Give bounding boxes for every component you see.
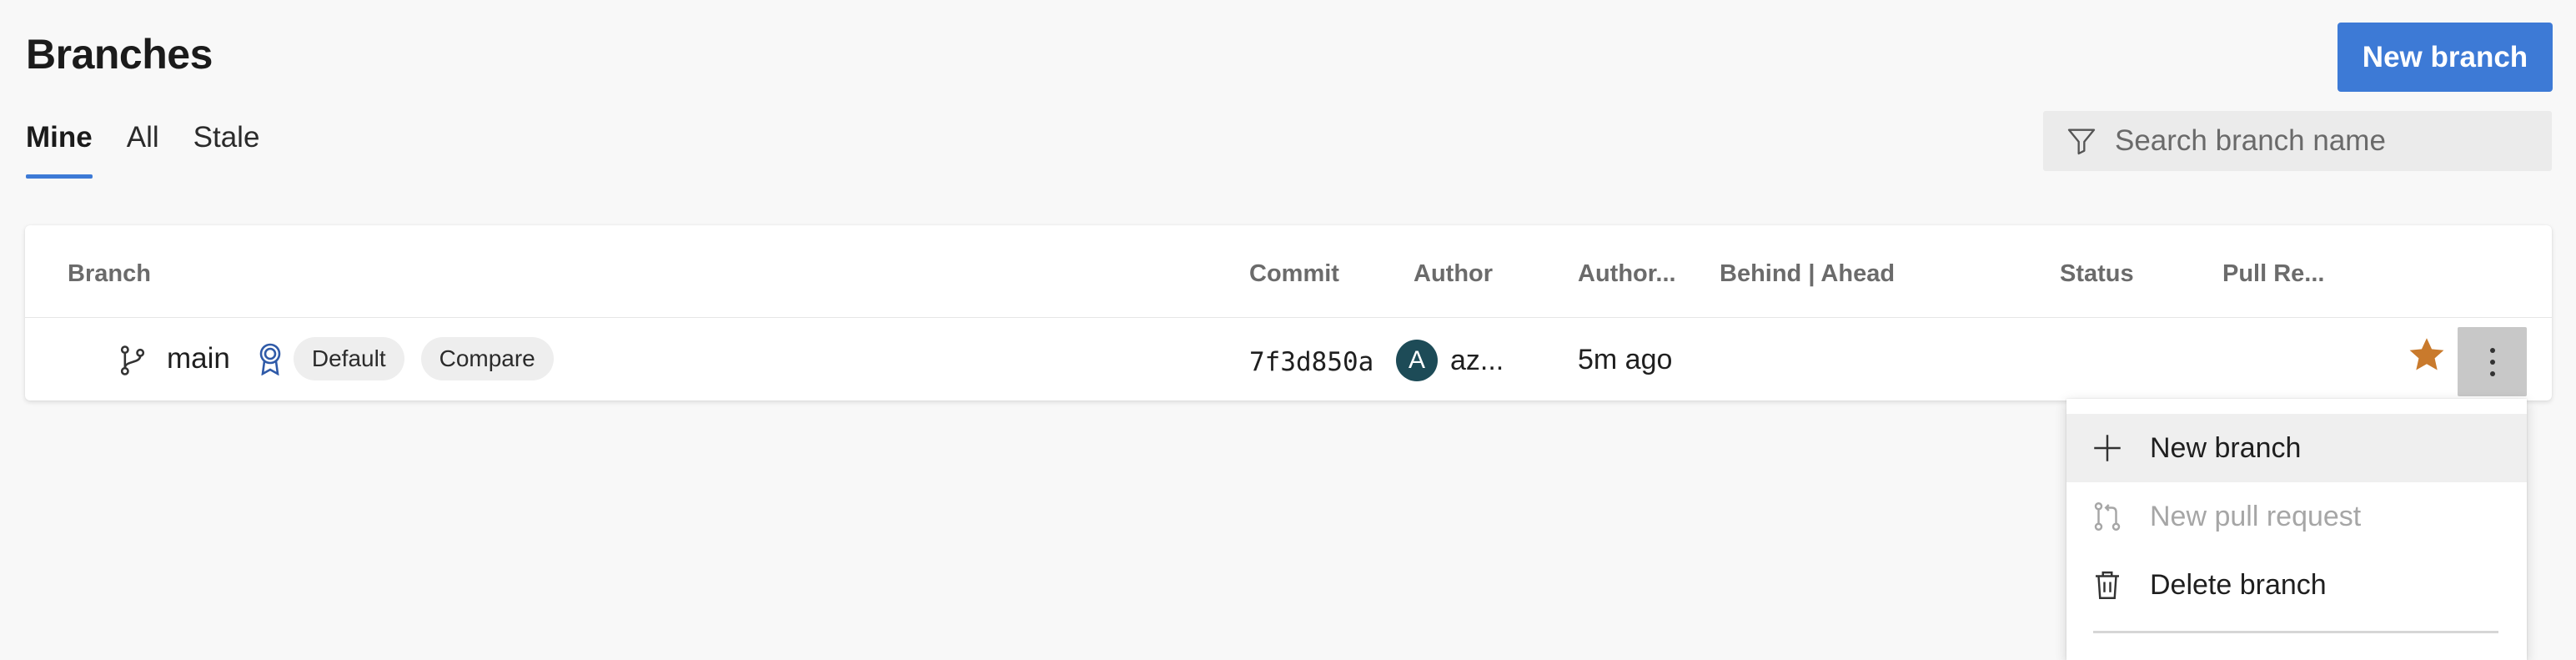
- tab-all[interactable]: All: [127, 121, 159, 176]
- branches-table: Branch Commit Author Author... Behind | …: [25, 225, 2552, 401]
- more-options-button[interactable]: [2458, 327, 2527, 396]
- filter-icon: [2067, 128, 2096, 155]
- column-header-commit[interactable]: Commit: [1249, 260, 1339, 288]
- menu-item-label: New pull request: [2150, 500, 2362, 532]
- pull-request-icon: [2094, 502, 2121, 531]
- column-header-pull-requests[interactable]: Pull Re...: [2222, 260, 2324, 288]
- compare-button[interactable]: Compare: [420, 337, 554, 380]
- page-title: Branches: [26, 31, 213, 78]
- menu-item-delete-branch[interactable]: Delete branch: [2066, 551, 2527, 619]
- search-box: [2043, 111, 2552, 171]
- branch-icon: [120, 345, 145, 375]
- trash-icon: [2096, 571, 2119, 599]
- author-name: az...: [1450, 344, 1504, 376]
- policy-badge-icon: [259, 343, 281, 375]
- column-header-behind-ahead[interactable]: Behind | Ahead: [1720, 260, 1895, 288]
- branch-name-link[interactable]: main: [167, 342, 230, 375]
- menu-item-label: Delete branch: [2150, 568, 2327, 601]
- column-header-authored[interactable]: Author...: [1578, 260, 1676, 288]
- menu-item-new-pull-request[interactable]: New pull request: [2066, 482, 2527, 551]
- column-header-status[interactable]: Status: [2060, 260, 2134, 288]
- header-divider: [25, 317, 2552, 318]
- authored-date: 5m ago: [1578, 344, 1673, 375]
- new-branch-button[interactable]: New branch: [2337, 23, 2553, 92]
- branch-context-menu: New branch New pull request Delete branc…: [2066, 399, 2527, 660]
- default-badge: Default: [293, 337, 404, 380]
- tab-mine[interactable]: Mine: [26, 121, 93, 179]
- menu-item-new-branch[interactable]: New branch: [2066, 414, 2527, 482]
- menu-divider: [2093, 631, 2498, 633]
- plus-icon: [2094, 435, 2121, 461]
- avatar: A: [1396, 340, 1438, 381]
- author-cell: A az...: [1396, 340, 1504, 381]
- favorite-star-icon[interactable]: [2406, 334, 2448, 375]
- search-input[interactable]: [2113, 123, 2533, 159]
- column-header-branch[interactable]: Branch: [68, 260, 151, 288]
- branch-cell: main Default Compare: [167, 337, 554, 380]
- more-vertical-icon: [2489, 347, 2495, 376]
- column-header-author[interactable]: Author: [1414, 260, 1493, 288]
- tab-stale[interactable]: Stale: [193, 121, 260, 176]
- menu-item-label: New branch: [2150, 431, 2302, 464]
- commit-id-link[interactable]: 7f3d850a: [1249, 347, 1373, 377]
- branch-tabs: Mine All Stale: [26, 121, 294, 179]
